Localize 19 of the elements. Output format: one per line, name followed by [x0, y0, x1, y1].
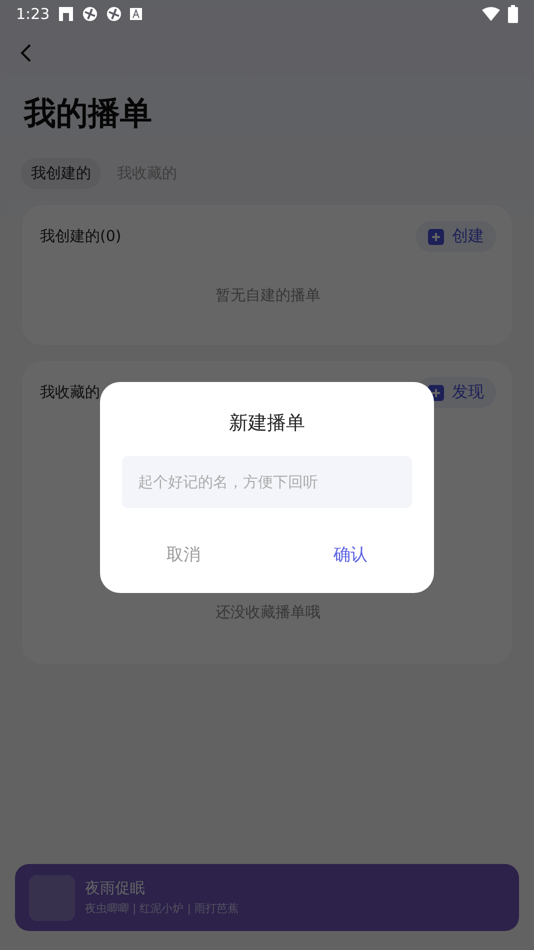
status-time: 1:23 [16, 5, 50, 23]
dialog-title: 新建播单 [229, 411, 305, 436]
name-input-field[interactable]: 起个好记的名，方便下回听 [122, 456, 412, 508]
notification-icon [58, 6, 74, 22]
card-title: 我创建的(0) [40, 227, 122, 246]
action-button[interactable]: 创建 [416, 221, 496, 252]
wifi-icon [482, 7, 500, 21]
add-icon [428, 228, 444, 244]
battery-icon [508, 5, 518, 23]
track-title: 夜雨促眠 [85, 879, 146, 898]
confirm-button[interactable]: 确认 [267, 542, 434, 567]
card-title: 我收藏的 [40, 383, 100, 402]
keyboard-icon [130, 8, 142, 20]
back-icon[interactable] [20, 43, 32, 63]
notification-icon [106, 6, 122, 22]
notification-icon [82, 6, 98, 22]
page-title: 我的播单 [24, 93, 153, 134]
cancel-button[interactable]: 取消 [100, 542, 267, 567]
tab[interactable]: 我创建的 [21, 158, 101, 189]
